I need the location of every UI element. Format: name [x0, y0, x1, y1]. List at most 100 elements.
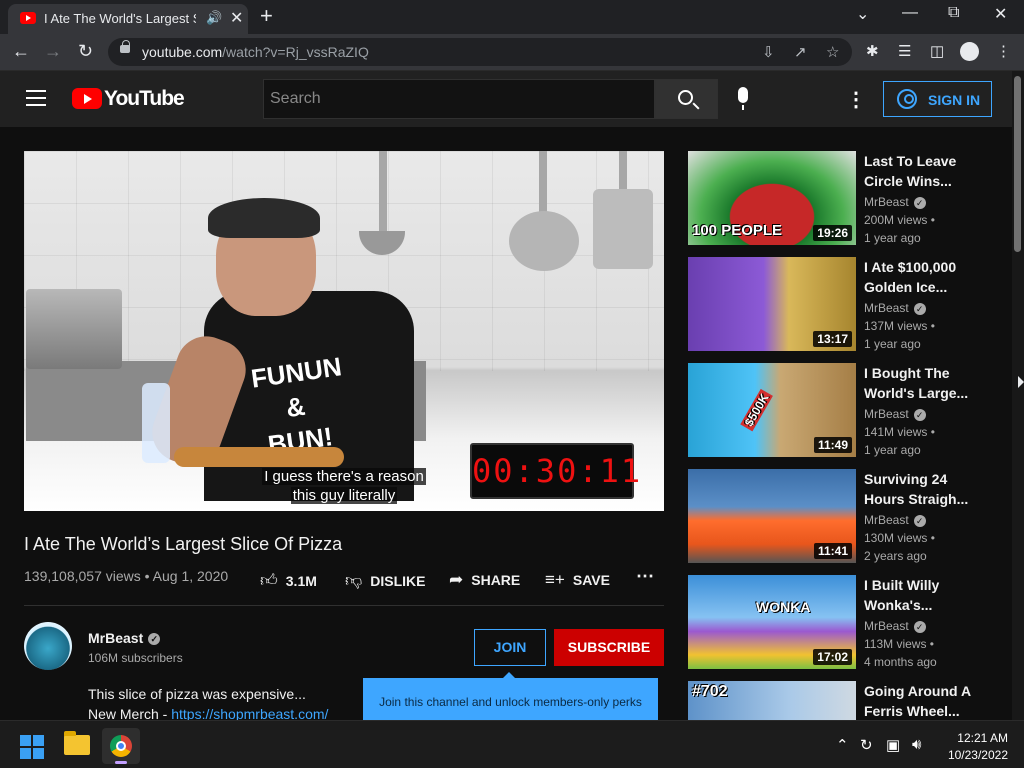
media-control-icon[interactable]: ☰: [898, 42, 911, 60]
volume-icon[interactable]: 🔊︎: [912, 736, 921, 753]
share-button[interactable]: ➦ SHARE: [449, 570, 520, 590]
dislike-button[interactable]: 👎︎ DISLIKE: [345, 570, 426, 591]
recommended-video[interactable]: 11:41 Surviving 24 Hours Straigh... MrBe…: [688, 469, 988, 565]
forward-arrow-icon[interactable]: →: [44, 41, 62, 62]
youtube-wordmark[interactable]: YouTube: [104, 87, 185, 111]
lock-icon[interactable]: [120, 40, 130, 53]
windows-start-icon[interactable]: [20, 735, 44, 759]
sign-in-label: SIGN IN: [928, 92, 981, 108]
browser-menu-icon[interactable]: ⋮: [996, 42, 1011, 60]
sign-in-button[interactable]: SIGN IN: [883, 81, 992, 117]
install-app-icon[interactable]: ⇩: [762, 43, 775, 61]
video-title[interactable]: Going Around A Ferris Wheel...: [864, 681, 984, 720]
subscribe-button[interactable]: SUBSCRIBE: [554, 629, 664, 666]
channel-avatar[interactable]: [24, 622, 72, 670]
video-title[interactable]: I Ate $100,000 Golden Ice...: [864, 257, 984, 297]
recommended-video[interactable]: 100 PEOPLE 19:26 Last To Leave Circle Wi…: [688, 151, 988, 247]
new-tab-button[interactable]: +: [260, 3, 273, 29]
like-count: 3.1M: [285, 573, 317, 589]
scrollbar-thumb[interactable]: [1014, 76, 1021, 252]
search-button[interactable]: [655, 79, 718, 119]
sync-icon[interactable]: ↻: [860, 736, 873, 754]
youtube-logo-icon[interactable]: [72, 88, 102, 109]
address-toolbar: ← → ↻ youtube.com/watch?v=Rj_vssRaZIQ ⇩ …: [0, 34, 1024, 70]
recommended-video[interactable]: WONKA 17:02 I Built Willy Wonka's... MrB…: [688, 575, 988, 671]
video-title[interactable]: Last To Leave Circle Wins...: [864, 151, 984, 191]
recommended-video[interactable]: $500K 11:49 I Bought The World's Large..…: [688, 363, 988, 459]
video-thumbnail[interactable]: WONKA 17:02: [688, 575, 856, 669]
microphone-icon[interactable]: [738, 87, 748, 110]
description-line-1: This slice of pizza was expensive...: [88, 686, 306, 702]
share-label: SHARE: [471, 572, 521, 588]
close-tab-icon[interactable]: ✕: [230, 8, 243, 28]
video-thumbnail[interactable]: $500K 11:49: [688, 363, 856, 457]
channel-name[interactable]: MrBeast ✓: [88, 630, 161, 646]
chrome-taskbar-button[interactable]: [102, 728, 140, 764]
view-count: 113M views •: [864, 637, 935, 651]
tab-search-chevron-icon[interactable]: ⌄: [856, 4, 869, 24]
video-water-bottle: [142, 383, 170, 463]
channel-name[interactable]: MrBeast ✓: [864, 513, 926, 527]
video-thumbnail[interactable]: 100 PEOPLE 19:26: [688, 151, 856, 245]
search-icon: [678, 90, 693, 105]
video-title[interactable]: I Bought The World's Large...: [864, 363, 984, 403]
thumbs-down-icon: 👎︎: [345, 571, 363, 590]
channel-name[interactable]: MrBeast ✓: [864, 195, 926, 209]
minimize-icon[interactable]: —: [902, 4, 918, 22]
like-button[interactable]: 👍︎ 3.1M: [260, 570, 317, 591]
reload-icon[interactable]: ↻: [78, 41, 93, 62]
bookmark-star-icon[interactable]: ☆: [826, 43, 839, 61]
url-text[interactable]: youtube.com/watch?v=Rj_vssRaZIQ: [142, 44, 369, 60]
network-icon[interactable]: ▣: [886, 736, 900, 754]
channel-name[interactable]: MrBeast ✓: [864, 619, 926, 633]
profile-avatar-icon[interactable]: [960, 42, 979, 61]
file-explorer-icon[interactable]: [64, 731, 90, 755]
video-thumbnail[interactable]: 13:17: [688, 257, 856, 351]
clock-time[interactable]: 12:21 AM: [946, 731, 1008, 745]
back-arrow-icon[interactable]: ←: [12, 41, 30, 62]
omnibox[interactable]: youtube.com/watch?v=Rj_vssRaZIQ ⇩ ↗ ☆: [108, 38, 852, 66]
video-title[interactable]: I Built Willy Wonka's...: [864, 575, 984, 615]
youtube-header: YouTube ⋮ SIGN IN: [0, 71, 1012, 127]
side-panel-icon[interactable]: ◫: [930, 42, 944, 60]
speaker-icon[interactable]: 🔊: [206, 10, 222, 26]
mouse-cursor-icon: [1018, 376, 1024, 388]
subscriber-count: 106M subscribers: [88, 651, 183, 665]
more-actions-icon[interactable]: ⋯: [636, 566, 654, 587]
verified-check-icon: ✓: [913, 196, 926, 209]
clock-date[interactable]: 10/23/2022: [936, 748, 1008, 762]
share-page-icon[interactable]: ↗: [794, 43, 807, 61]
save-label: SAVE: [572, 572, 610, 588]
video-thumbnail[interactable]: 11:41: [688, 469, 856, 563]
duration-badge: 17:02: [813, 649, 852, 665]
view-count: 141M views •: [864, 425, 935, 439]
show-hidden-icons-chevron-icon[interactable]: ⌃: [836, 736, 849, 754]
upload-age: 2 years ago: [864, 549, 927, 563]
video-player[interactable]: FUNUN & BUN! 00:30:11 I guess there's a r…: [24, 151, 664, 511]
recommended-video[interactable]: #702 Going Around A Ferris Wheel...: [688, 681, 988, 720]
channel-name-text: MrBeast: [864, 513, 909, 527]
video-title[interactable]: Surviving 24 Hours Straigh...: [864, 469, 984, 509]
search-input[interactable]: [263, 79, 655, 119]
recommended-video[interactable]: 13:17 I Ate $100,000 Golden Ice... MrBea…: [688, 257, 988, 353]
restore-icon[interactable]: ⧉: [948, 4, 959, 22]
settings-more-icon[interactable]: ⋮: [846, 87, 866, 112]
close-window-icon[interactable]: ✕: [994, 4, 1007, 24]
thumbnail-overlay-text: $500K: [740, 388, 774, 432]
save-button[interactable]: ≡+ SAVE: [545, 570, 610, 590]
video-thumbnail[interactable]: #702: [688, 681, 856, 720]
url-path: /watch?v=Rj_vssRaZIQ: [222, 44, 369, 60]
section-divider: [24, 605, 664, 606]
channel-name[interactable]: MrBeast ✓: [864, 301, 926, 315]
browser-tab[interactable]: I Ate The World's Largest Slice Of Pizza…: [8, 4, 248, 34]
tab-title: I Ate The World's Largest Slice Of Pizza: [44, 11, 196, 26]
channel-name[interactable]: MrBeast ✓: [864, 407, 926, 421]
extensions-icon[interactable]: ✱: [866, 42, 879, 60]
thumbnail-overlay-text: #702: [692, 683, 728, 700]
upload-age: 1 year ago: [864, 231, 921, 245]
verified-check-icon: ✓: [913, 302, 926, 315]
join-button[interactable]: JOIN: [474, 629, 546, 666]
hamburger-menu-icon[interactable]: [26, 90, 46, 106]
thumbnail-overlay-text: WONKA: [756, 599, 811, 615]
video-caption: I guess there's a reason this guy litera…: [256, 467, 432, 505]
